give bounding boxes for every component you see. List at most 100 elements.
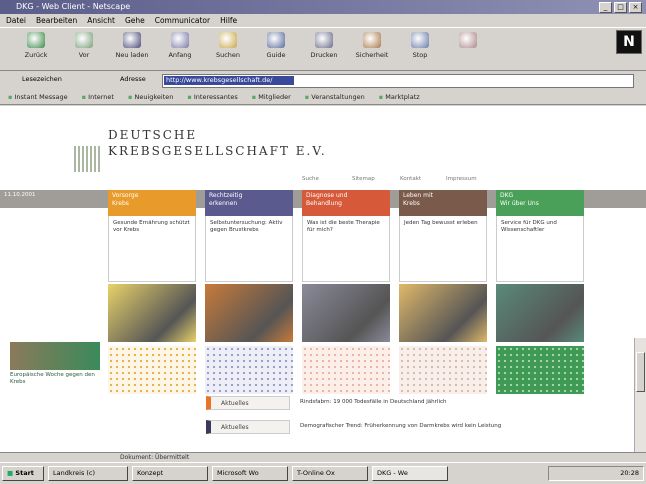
maximize-icon[interactable]: □: [614, 2, 627, 13]
home-icon: [171, 32, 189, 48]
news-tab-2[interactable]: Aktuelles: [206, 420, 290, 434]
location-bar: Lesezeichen Adresse http://www.krebsgese…: [0, 71, 646, 90]
lock-icon: [363, 32, 381, 48]
menu-datei[interactable]: Datei: [6, 14, 26, 27]
url-text: http://www.krebsgesellschaft.de/: [164, 76, 294, 85]
portrait-image[interactable]: [205, 284, 293, 342]
menu-bearbeiten[interactable]: Bearbeiten: [36, 14, 77, 27]
column-description[interactable]: Selbstuntersuchung: Aktiv gegen Brustkre…: [205, 216, 293, 282]
toolbar-button-0[interactable]: Zurück: [14, 32, 58, 59]
sidebox-caption: Europäische Woche gegen den Krebs: [10, 372, 95, 385]
pt-interessantes[interactable]: Interessantes: [187, 89, 238, 104]
toolbar-label: Zurück: [24, 51, 48, 59]
column-header[interactable]: Vorsorge Krebs: [108, 190, 196, 216]
search-icon: [219, 32, 237, 48]
start-button[interactable]: ■ Start: [2, 466, 44, 481]
toolbar-button-2[interactable]: Neu laden: [110, 32, 154, 59]
back-arrow-icon: [27, 32, 45, 48]
column-title-line: Krebs: [403, 200, 420, 207]
column-description[interactable]: Gesunde Ernährung schützt vor Krebs: [108, 216, 196, 282]
pt-veranstaltungen[interactable]: Veranstaltungen: [305, 89, 364, 104]
close-icon[interactable]: ×: [629, 2, 642, 13]
column-header[interactable]: DKG Wir über Uns: [496, 190, 584, 216]
toolbar-button-6[interactable]: Drucken: [302, 32, 346, 59]
task-item-3[interactable]: Microsoft Wo: [212, 466, 288, 481]
doctor-image[interactable]: [302, 284, 390, 342]
column-title-line: Behandlung: [306, 200, 342, 207]
nav-column-2[interactable]: Diagnose und Behandlung Was ist die beste …: [302, 190, 390, 394]
pt-instant-message[interactable]: Instant Message: [8, 89, 67, 104]
windows-icon: ■: [7, 469, 14, 477]
toolbar-button-8[interactable]: Stop: [398, 32, 442, 59]
personal-toolbar: Instant Message Internet Neuigkeiten Int…: [0, 89, 646, 105]
landscape-image[interactable]: [399, 284, 487, 342]
column-title-line: erkennen: [209, 200, 238, 207]
news-text-2[interactable]: Demografischer Trend: Früherkennung von …: [300, 423, 501, 429]
toolbar-label: Stop: [412, 51, 428, 59]
logo-line-2: KREBSGESELLSCHAFT E.V.: [108, 144, 327, 158]
toolbar-button-7[interactable]: Sicherheit: [350, 32, 394, 59]
print-icon: [315, 32, 333, 48]
url-input[interactable]: http://www.krebsgesellschaft.de/: [162, 74, 634, 88]
link-impressum[interactable]: Impressum: [446, 176, 477, 182]
system-tray: 20:28: [548, 466, 644, 481]
netscape-logo-icon[interactable]: N: [616, 30, 642, 54]
nav-column-0[interactable]: Vorsorge Krebs Gesunde Ernährung schützt v…: [108, 190, 196, 394]
sidebox-europe-week[interactable]: Europäische Woche gegen den Krebs: [10, 342, 100, 390]
column-title-line: Vorsorge: [112, 192, 139, 199]
guide-icon: [267, 32, 285, 48]
taskbar: ■ Start Landkreis (c) Konzept Microsoft …: [0, 462, 646, 484]
vertical-scrollbar[interactable]: [634, 338, 646, 452]
column-description[interactable]: Jeden Tag bewusst erleben: [399, 216, 487, 282]
task-item-2[interactable]: Konzept: [132, 466, 208, 481]
toolbar-button-9[interactable]: [446, 32, 490, 51]
bookmarks-button[interactable]: Lesezeichen: [22, 75, 62, 83]
column-header[interactable]: Diagnose und Behandlung: [302, 190, 390, 216]
link-suche[interactable]: Suche: [302, 176, 319, 182]
column-header[interactable]: Leben mit Krebs: [399, 190, 487, 216]
task-item-4[interactable]: T-Online Ox: [292, 466, 368, 481]
nav-column-4[interactable]: DKG Wir über Uns Service für DKG und Wisse…: [496, 190, 584, 394]
scrollbar-thumb[interactable]: [636, 352, 645, 392]
date-label: 11.10.2001: [4, 192, 36, 198]
nav-column-1[interactable]: Rechtzeitig erkennen Selbstuntersuchung: A…: [205, 190, 293, 394]
reload-icon: [123, 32, 141, 48]
column-description[interactable]: Service für DKG und Wissenschaftler: [496, 216, 584, 282]
task-item-5[interactable]: DKG - We: [372, 466, 448, 481]
pt-mitglieder[interactable]: Mitglieder: [252, 89, 291, 104]
pt-neuigkeiten[interactable]: Neuigkeiten: [128, 89, 173, 104]
news-tab-1[interactable]: Aktuelles: [206, 396, 290, 410]
menu-hilfe[interactable]: Hilfe: [220, 14, 237, 27]
food-image[interactable]: [108, 284, 196, 342]
news-label-2: Aktuelles: [221, 424, 249, 431]
news-text-1[interactable]: Rindsfabrn: 19 000 Todesfälle in Deutsch…: [300, 399, 447, 405]
toolbar-button-4[interactable]: Suchen: [206, 32, 250, 59]
clock: 20:28: [620, 469, 639, 477]
dkg-logo-icon: [74, 146, 102, 172]
pt-marktplatz[interactable]: Marktplatz: [379, 89, 419, 104]
column-description[interactable]: Was ist die beste Therapie für mich?: [302, 216, 390, 282]
nav-column-3[interactable]: Leben mit Krebs Jeden Tag bewusst erleben: [399, 190, 487, 394]
toolbar-button-3[interactable]: Anfang: [158, 32, 202, 59]
column-title-line: Rechtzeitig: [209, 192, 243, 199]
menu-communicator[interactable]: Communicator: [155, 14, 210, 27]
column-pattern: [205, 346, 293, 394]
cell-image[interactable]: [496, 284, 584, 342]
column-title-line: Diagnose und: [306, 192, 348, 199]
menu-ansicht[interactable]: Ansicht: [87, 14, 115, 27]
toolbar-button-5[interactable]: Guide: [254, 32, 298, 59]
column-title-line: Wir über Uns: [500, 200, 539, 207]
column-pattern: [496, 346, 584, 394]
menu-gehe[interactable]: Gehe: [125, 14, 145, 27]
toolbar-button-1[interactable]: Vor: [62, 32, 106, 59]
pt-internet[interactable]: Internet: [82, 89, 114, 104]
column-header[interactable]: Rechtzeitig erkennen: [205, 190, 293, 216]
toolbar-label: Anfang: [168, 51, 192, 59]
minimize-icon[interactable]: _: [599, 2, 612, 13]
link-kontakt[interactable]: Kontakt: [400, 176, 421, 182]
extra-icon: [459, 32, 477, 48]
task-item-1[interactable]: Landkreis (c): [48, 466, 128, 481]
link-sitemap[interactable]: Sitemap: [352, 176, 375, 182]
column-title-line: DKG: [500, 192, 514, 199]
column-title-line: Leben mit: [403, 192, 434, 199]
